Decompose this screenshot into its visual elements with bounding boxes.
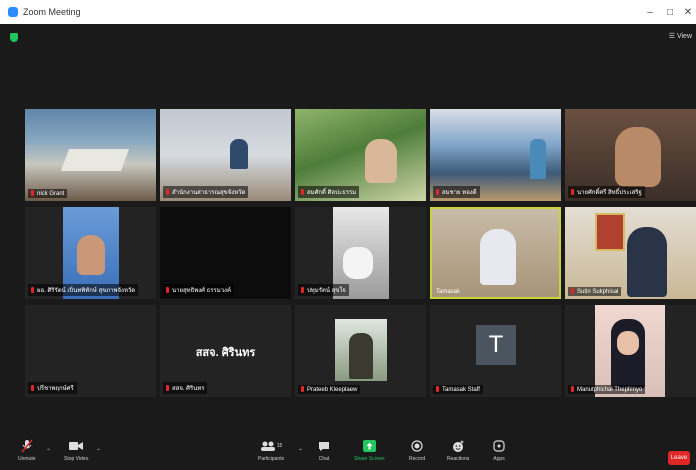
participant-tile[interactable]: T Tamasak Staff (430, 305, 561, 397)
participant-tile[interactable]: นายศักดิ์ศรี สิทธิ์ประเสริฐ (565, 109, 696, 201)
muted-mic-icon (436, 386, 439, 392)
muted-mic-icon (301, 386, 304, 392)
audio-options-caret[interactable]: ⌃ (46, 448, 51, 455)
participant-name: Prateeb Kleeplaew (298, 385, 361, 394)
person-silhouette (627, 227, 667, 297)
record-label: Record (409, 456, 426, 462)
participants-icon: 15 (260, 436, 283, 456)
portrait-frame (595, 213, 625, 251)
apps-icon (493, 436, 505, 456)
gallery-grid: nick Grant สำนักงานสาธารณสุขจังหวัด สมศั… (25, 109, 696, 397)
share-screen-icon (362, 436, 376, 456)
apps-label: Apps (493, 456, 505, 462)
participant-name: สมศักดิ์ ศิลปะธรรม (298, 186, 360, 198)
participant-name: Manutphichai Thephinyo (568, 385, 646, 394)
stop-video-label: Stop Video (64, 456, 89, 462)
person-face (615, 127, 661, 187)
participant-tile[interactable]: nick Grant (25, 109, 156, 201)
participants-button[interactable]: 15 Participants (258, 436, 284, 470)
meeting-table (60, 149, 130, 171)
share-screen-button[interactable]: Share Screen (354, 436, 385, 470)
participant-tile[interactable]: นายสุทธิพงศ์ ธรรมวงค์ (160, 207, 291, 299)
participant-tile[interactable]: สสจ. ศิรินทร สสจ. ศิรินทร (160, 305, 291, 397)
window-title: Zoom Meeting (23, 7, 81, 17)
participant-tile-active-speaker[interactable]: Tamasak (430, 207, 561, 299)
participant-tile[interactable]: Sutin Sukphisal (565, 207, 696, 299)
mic-muted-icon (21, 436, 33, 456)
muted-mic-icon (571, 288, 574, 294)
participant-name: นายศักดิ์ศรี สิทธิ์ประเสริฐ (568, 186, 645, 198)
meeting-controls-bar: Unmute ⌃ Stop Video ⌃ 15 Participants ⌃ … (0, 436, 696, 470)
muted-mic-icon (301, 287, 304, 293)
muted-mic-icon (301, 189, 304, 195)
muted-mic-icon (31, 287, 34, 293)
participants-label: Participants (258, 456, 285, 462)
participant-name: Tamasak (436, 289, 461, 295)
close-button[interactable]: ✕ (678, 0, 696, 24)
muted-mic-icon (166, 189, 169, 195)
participant-name: สำนักงานสาธารณสุขจังหวัด (163, 186, 249, 198)
participant-name: ผอ. ศิริรัตน์ เปิ่นทพิทักษ์ สุขภาพจังหวั… (28, 284, 139, 296)
participant-name: Sutin Sukphisal (568, 287, 622, 296)
muted-mic-icon (436, 189, 439, 195)
chat-label: Chat (318, 456, 330, 462)
meeting-area: ☰ View nick Grant สำนักงานสาธารณสุขจังหว… (0, 24, 696, 436)
person-silhouette (349, 333, 373, 379)
participant-tile[interactable]: Manutphichai Thephinyo (565, 305, 696, 397)
participant-tile[interactable]: ปรีชาพฤกษ์ศรี (25, 305, 156, 397)
muted-mic-icon (166, 385, 169, 391)
participants-count: 15 (276, 443, 283, 449)
minimize-button[interactable]: – (640, 0, 660, 24)
record-icon (411, 436, 423, 456)
participant-tile[interactable]: ปทุมรัตน์ สุขใจ (295, 207, 426, 299)
leave-button[interactable]: Leave (668, 451, 690, 465)
participant-name: สมชาย ทองดี (433, 186, 480, 198)
zoom-logo-icon (8, 7, 18, 17)
person-face (617, 331, 639, 355)
muted-mic-icon (571, 189, 574, 195)
muted-mic-icon (31, 190, 34, 196)
share-screen-label: Share Screen (354, 456, 385, 462)
participant-tile[interactable]: สำนักงานสาธารณสุขจังหวัด (160, 109, 291, 201)
participant-name: Tamasak Staff (433, 385, 483, 394)
person-silhouette (480, 229, 516, 285)
avatar: T (476, 325, 516, 365)
apps-button[interactable]: Apps (493, 436, 505, 470)
muted-mic-icon (31, 385, 34, 391)
person-face (77, 235, 105, 275)
participant-name: ปรีชาพฤกษ์ศรี (28, 382, 77, 394)
person-silhouette (230, 139, 248, 169)
title-bar: Zoom Meeting – □ ✕ (0, 0, 696, 24)
stop-video-button[interactable]: Stop Video (64, 436, 88, 470)
reactions-button[interactable]: Reactions (447, 436, 469, 470)
muted-mic-icon (571, 386, 574, 392)
record-button[interactable]: Record (409, 436, 425, 470)
face-mask (343, 247, 373, 279)
muted-mic-icon (166, 287, 169, 293)
view-label: View (676, 33, 692, 40)
participant-name: นายสุทธิพงศ์ ธรรมวงค์ (163, 284, 235, 296)
security-shield-icon[interactable] (10, 33, 18, 42)
unmute-button[interactable]: Unmute (18, 436, 36, 470)
reactions-label: Reactions (447, 456, 470, 462)
video-options-caret[interactable]: ⌃ (96, 448, 101, 455)
participant-name: nick Grant (28, 189, 68, 198)
person-face (365, 139, 397, 183)
smiley-icon (452, 436, 465, 456)
participant-tile[interactable]: สมศักดิ์ ศิลปะธรรม (295, 109, 426, 201)
chat-button[interactable]: Chat (318, 436, 330, 470)
view-button[interactable]: ☰ View (669, 32, 692, 40)
chat-bubble-icon (318, 436, 330, 456)
maximize-button[interactable]: □ (660, 0, 680, 24)
participant-tile[interactable]: ผอ. ศิริรัตน์ เปิ่นทพิทักษ์ สุขภาพจังหวั… (25, 207, 156, 299)
person-silhouette (530, 139, 546, 179)
participant-caption: สสจ. ศิรินทร (195, 347, 256, 359)
unmute-label: Unmute (18, 456, 36, 462)
participants-options-caret[interactable]: ⌃ (298, 448, 303, 455)
participant-tile[interactable]: Prateeb Kleeplaew (295, 305, 426, 397)
video-camera-icon (69, 436, 84, 456)
participant-tile[interactable]: สมชาย ทองดี (430, 109, 561, 201)
participant-name: สสจ. ศิรินทร (163, 382, 208, 394)
participant-name: ปทุมรัตน์ สุขใจ (298, 284, 349, 296)
